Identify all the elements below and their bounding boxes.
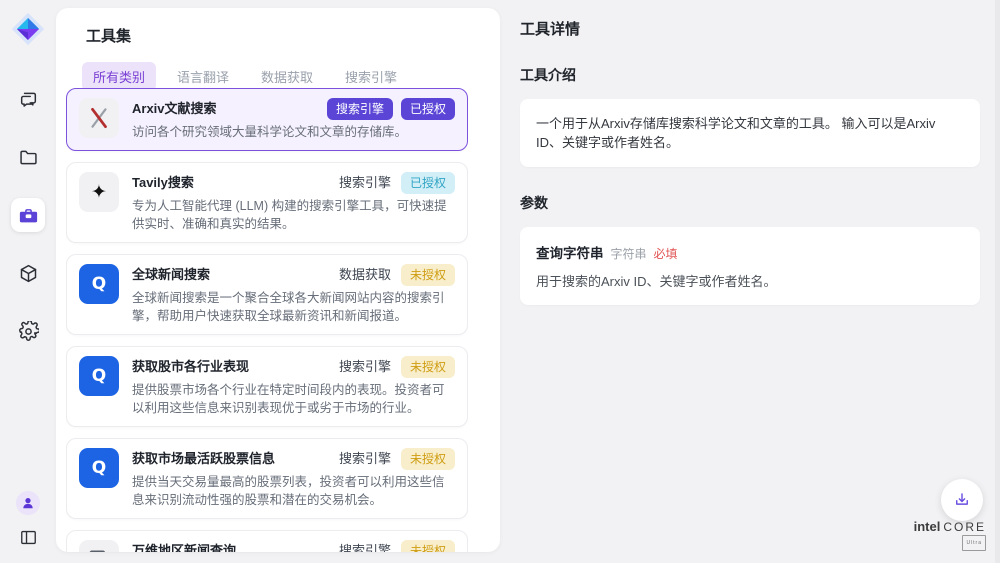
core-brand-badge: Ultra — [962, 535, 986, 551]
tool-card[interactable]: Arxiv文献搜索 搜索引擎 已授权 访问各个研究领域大量科学论文和文章的存储库… — [66, 88, 468, 151]
tool-icon: Q — [79, 448, 119, 488]
auth-status-badge: 未授权 — [401, 448, 455, 470]
tool-card[interactable]: Q 获取股市各行业表现 搜索引擎 未授权 提供股票市场各个行业在特定时间段内的表… — [66, 346, 468, 427]
download-icon — [953, 491, 971, 509]
tool-icon: Q — [79, 264, 119, 304]
param-name: 查询字符串 — [536, 242, 604, 262]
arxiv-icon — [86, 105, 112, 131]
intro-heading: 工具介绍 — [520, 65, 980, 85]
tools-panel: 工具集 所有类别语言翻译数据获取搜索引擎 Arxiv文献搜索 搜索引擎 已授权 … — [56, 8, 500, 552]
chat-icon — [18, 89, 39, 110]
intel-core-logo: intel CORE Ultra — [914, 520, 986, 551]
category-badge: 搜索引擎 — [337, 540, 393, 552]
tool-details-panel: 工具详情 工具介绍 一个用于从Arxiv存储库搜索科学论文和文章的工具。 输入可… — [520, 0, 980, 563]
sidebar-item-settings[interactable] — [11, 314, 45, 348]
intro-card: 一个用于从Arxiv存储库搜索科学论文和文章的工具。 输入可以是Arxiv ID… — [520, 99, 980, 167]
news-q-icon: Q — [92, 274, 106, 294]
param-desc: 用于搜索的Arxiv ID、关键字或作者姓名。 — [536, 271, 964, 290]
tool-card[interactable]: Q 全球新闻搜索 数据获取 未授权 全球新闻搜索是一个聚合全球各大新闻网站内容的… — [66, 254, 468, 335]
newspaper-icon — [86, 547, 112, 552]
auth-status-badge: 已授权 — [401, 172, 455, 194]
auth-status-badge: 未授权 — [401, 264, 455, 286]
core-brand-text: CORE — [943, 520, 986, 534]
auth-status-badge: 未授权 — [401, 356, 455, 378]
user-avatar[interactable] — [16, 491, 40, 515]
category-badge: 搜索引擎 — [337, 448, 393, 470]
category-tab-2[interactable]: 数据获取 — [250, 62, 324, 91]
gear-icon — [18, 321, 39, 342]
category-tab-0[interactable]: 所有类别 — [82, 62, 156, 91]
category-badge: 搜索引擎 — [337, 172, 393, 194]
sidebar — [0, 0, 56, 563]
tool-icon: ✦ — [79, 172, 119, 212]
param-type: 字符串 — [611, 245, 647, 262]
sidebar-item-folder[interactable] — [11, 140, 45, 174]
diamond-logo-icon — [11, 12, 45, 46]
category-badge: 搜索引擎 — [337, 356, 393, 378]
news-q-icon: Q — [92, 458, 106, 478]
category-badge: 搜索引擎 — [327, 98, 393, 120]
download-button[interactable] — [941, 479, 983, 521]
window-edge — [995, 0, 1000, 563]
sidebar-item-toolbox[interactable] — [11, 198, 45, 232]
tool-name: 全球新闻搜索 — [132, 266, 210, 284]
tool-card[interactable]: ✦ Tavily搜索 搜索引擎 已授权 专为人工智能代理 (LLM) 构建的搜索… — [66, 162, 468, 243]
toolbox-icon — [18, 205, 39, 226]
collapse-panel-button[interactable] — [16, 525, 40, 549]
tool-name: 获取市场最活跃股票信息 — [132, 450, 275, 468]
tool-desc: 专为人工智能代理 (LLM) 构建的搜索引擎工具，可快速提供实时、准确和真实的结… — [132, 197, 455, 233]
app-logo[interactable] — [11, 12, 45, 46]
tool-name: Tavily搜索 — [132, 174, 194, 192]
tool-desc: 提供股票市场各个行业在特定时间段内的表现。投资者可以利用这些信息来识别表现优于或… — [132, 381, 455, 417]
tools-panel-title: 工具集 — [86, 25, 500, 46]
sidebar-item-cube[interactable] — [11, 256, 45, 290]
folder-icon — [18, 147, 39, 168]
auth-status-badge: 已授权 — [401, 98, 455, 120]
tool-name: Arxiv文献搜索 — [132, 100, 217, 118]
tool-desc: 访问各个研究领域大量科学论文和文章的存储库。 — [132, 123, 455, 141]
panel-icon — [19, 528, 38, 547]
intro-text: 一个用于从Arxiv存储库搜索科学论文和文章的工具。 输入可以是Arxiv ID… — [536, 114, 964, 152]
tool-icon — [79, 98, 119, 138]
tool-name: 获取股市各行业表现 — [132, 358, 249, 376]
details-title: 工具详情 — [520, 18, 980, 39]
tool-icon: Q — [79, 356, 119, 396]
tool-list: Arxiv文献搜索 搜索引擎 已授权 访问各个研究领域大量科学论文和文章的存储库… — [66, 88, 468, 552]
tool-icon — [79, 540, 119, 552]
intel-brand-text: intel — [914, 520, 941, 534]
params-heading: 参数 — [520, 193, 980, 213]
category-badge: 数据获取 — [337, 264, 393, 286]
user-icon — [21, 496, 35, 510]
sidebar-item-chat[interactable] — [11, 82, 45, 116]
category-tab-3[interactable]: 搜索引擎 — [334, 62, 408, 91]
category-tab-1[interactable]: 语言翻译 — [166, 62, 240, 91]
tool-desc: 提供当天交易量最高的股票列表，投资者可以利用这些信息来识别流动性强的股票和潜在的… — [132, 473, 455, 509]
tool-card[interactable]: Q 获取市场最活跃股票信息 搜索引擎 未授权 提供当天交易量最高的股票列表，投资… — [66, 438, 468, 519]
auth-status-badge: 未授权 — [401, 540, 455, 552]
sparkle-icon: ✦ — [91, 181, 107, 204]
tool-card[interactable]: 万维地区新闻查询 搜索引擎 未授权 查询具体行政区划内的新闻，快速了解各地新闻动 — [66, 530, 468, 552]
category-tabs: 所有类别语言翻译数据获取搜索引擎 — [82, 62, 500, 91]
news-q-icon: Q — [92, 366, 106, 386]
param-card: 查询字符串 字符串 必填 用于搜索的Arxiv ID、关键字或作者姓名。 — [520, 227, 980, 305]
tool-name: 万维地区新闻查询 — [132, 542, 236, 552]
tool-desc: 全球新闻搜索是一个聚合全球各大新闻网站内容的搜索引擎，帮助用户快速获取全球最新资… — [132, 289, 455, 325]
cube-icon — [18, 263, 39, 284]
param-required-badge: 必填 — [654, 245, 678, 262]
